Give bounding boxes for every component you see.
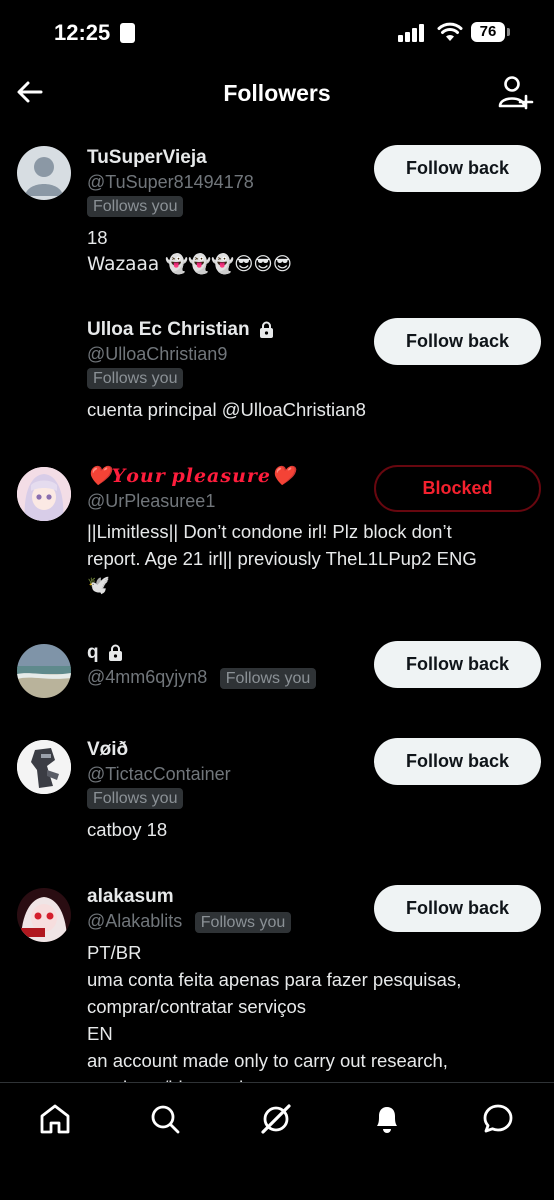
display-name[interactable]: TuSuperVieja (87, 146, 367, 170)
status-bar: 12:25 76 (0, 0, 554, 62)
follows-you-badge: Follows you (194, 912, 292, 933)
bio-line: comprar/contratar serviços (87, 996, 306, 1017)
display-name[interactable]: ❤️𝒀𝒐𝒖𝒓 𝒑𝒍𝒆𝒂𝒔𝒖𝒓𝒆❤️ (87, 465, 367, 489)
battery-tip-icon (507, 28, 510, 36)
bio-line: ||Limitless|| Don’t condone irl! Plz blo… (87, 521, 452, 542)
bio: 18 Wazaaa 👻👻👻😎😎😎 (87, 224, 527, 278)
bio: catboy 18 (87, 816, 527, 843)
lock-icon (108, 644, 122, 661)
display-name-row[interactable]: q (87, 641, 377, 665)
wifi-icon (437, 22, 463, 41)
anime-avatar-image (17, 467, 71, 521)
bio-line: cuenta principal @UlloaChristian8 (87, 399, 366, 420)
bio: PT/BR uma conta feita apenas para fazer … (87, 939, 537, 1101)
follow-back-button[interactable]: Follow back (374, 641, 541, 688)
bio-line: uma conta feita apenas para fazer pesqui… (87, 969, 462, 990)
messages-icon[interactable] (480, 1101, 516, 1137)
bottom-navigation (0, 1082, 554, 1200)
follows-you-badge: Follows you (87, 788, 184, 809)
bio-line: an account made only to carry out resear… (87, 1050, 448, 1071)
bio-line: EN (87, 1023, 113, 1044)
username[interactable]: @UlloaChristian9 (87, 342, 367, 366)
follow-back-button[interactable]: Follow back (374, 318, 541, 365)
avatar[interactable] (17, 146, 71, 200)
top-bar: Followers (0, 62, 554, 126)
follow-back-button[interactable]: Follow back (374, 885, 541, 932)
follows-you-badge: Follows you (219, 668, 317, 689)
search-icon[interactable] (147, 1101, 183, 1137)
bio-line: catboy 18 (87, 819, 168, 840)
avatar[interactable] (17, 644, 71, 698)
bio-line: 18 (87, 227, 108, 248)
page-title: Followers (223, 80, 331, 106)
bio-line: 🕊️ (87, 575, 111, 596)
bio-line: report. Age 21 irl|| previously TheL1LPu… (87, 548, 477, 569)
avatar[interactable] (17, 740, 71, 794)
home-icon[interactable] (37, 1101, 73, 1137)
follows-you-badge: Follows you (87, 196, 184, 217)
notifications-icon[interactable] (369, 1101, 405, 1137)
username[interactable]: @TictacContainer (87, 762, 367, 786)
display-name[interactable]: alakasum (87, 885, 377, 909)
cellular-signal-icon (398, 24, 426, 42)
grok-icon[interactable] (258, 1101, 294, 1137)
blocked-button[interactable]: Blocked (374, 465, 541, 512)
bio: cuenta principal @UlloaChristian8 (87, 396, 527, 423)
bio-line: PT/BR (87, 942, 142, 963)
beach-avatar-image (17, 644, 71, 698)
battery-indicator: 76 (471, 22, 505, 42)
lock-icon (259, 321, 273, 338)
username[interactable]: @Alakablits (87, 911, 182, 931)
bio-line: Wazaaa 👻👻👻😎😎😎 (87, 254, 293, 275)
add-user-icon[interactable] (496, 74, 534, 112)
follows-you-badge: Follows you (87, 368, 184, 389)
username[interactable]: @UrPleasuree1 (87, 489, 367, 513)
default-avatar-icon (25, 157, 63, 196)
id-badge-icon (120, 23, 135, 43)
follow-back-button[interactable]: Follow back (374, 145, 541, 192)
bio: ||Limitless|| Don’t condone irl! Plz blo… (87, 518, 537, 599)
robot-avatar-image (17, 740, 71, 794)
username[interactable]: @TuSuper81494178 (87, 170, 367, 194)
status-time: 12:25 (54, 20, 111, 45)
display-name[interactable]: Vøið (87, 738, 367, 762)
follow-back-button[interactable]: Follow back (374, 738, 541, 785)
display-name[interactable]: q (87, 642, 99, 663)
display-name[interactable]: Ulloa Ec Christian (87, 319, 250, 340)
avatar[interactable] (17, 888, 71, 942)
display-name-row[interactable]: Ulloa Ec Christian (87, 318, 367, 342)
username[interactable]: @4mm6qyjyn8 (87, 667, 207, 687)
avatar[interactable] (17, 467, 71, 521)
anime-avatar-image (17, 888, 71, 942)
